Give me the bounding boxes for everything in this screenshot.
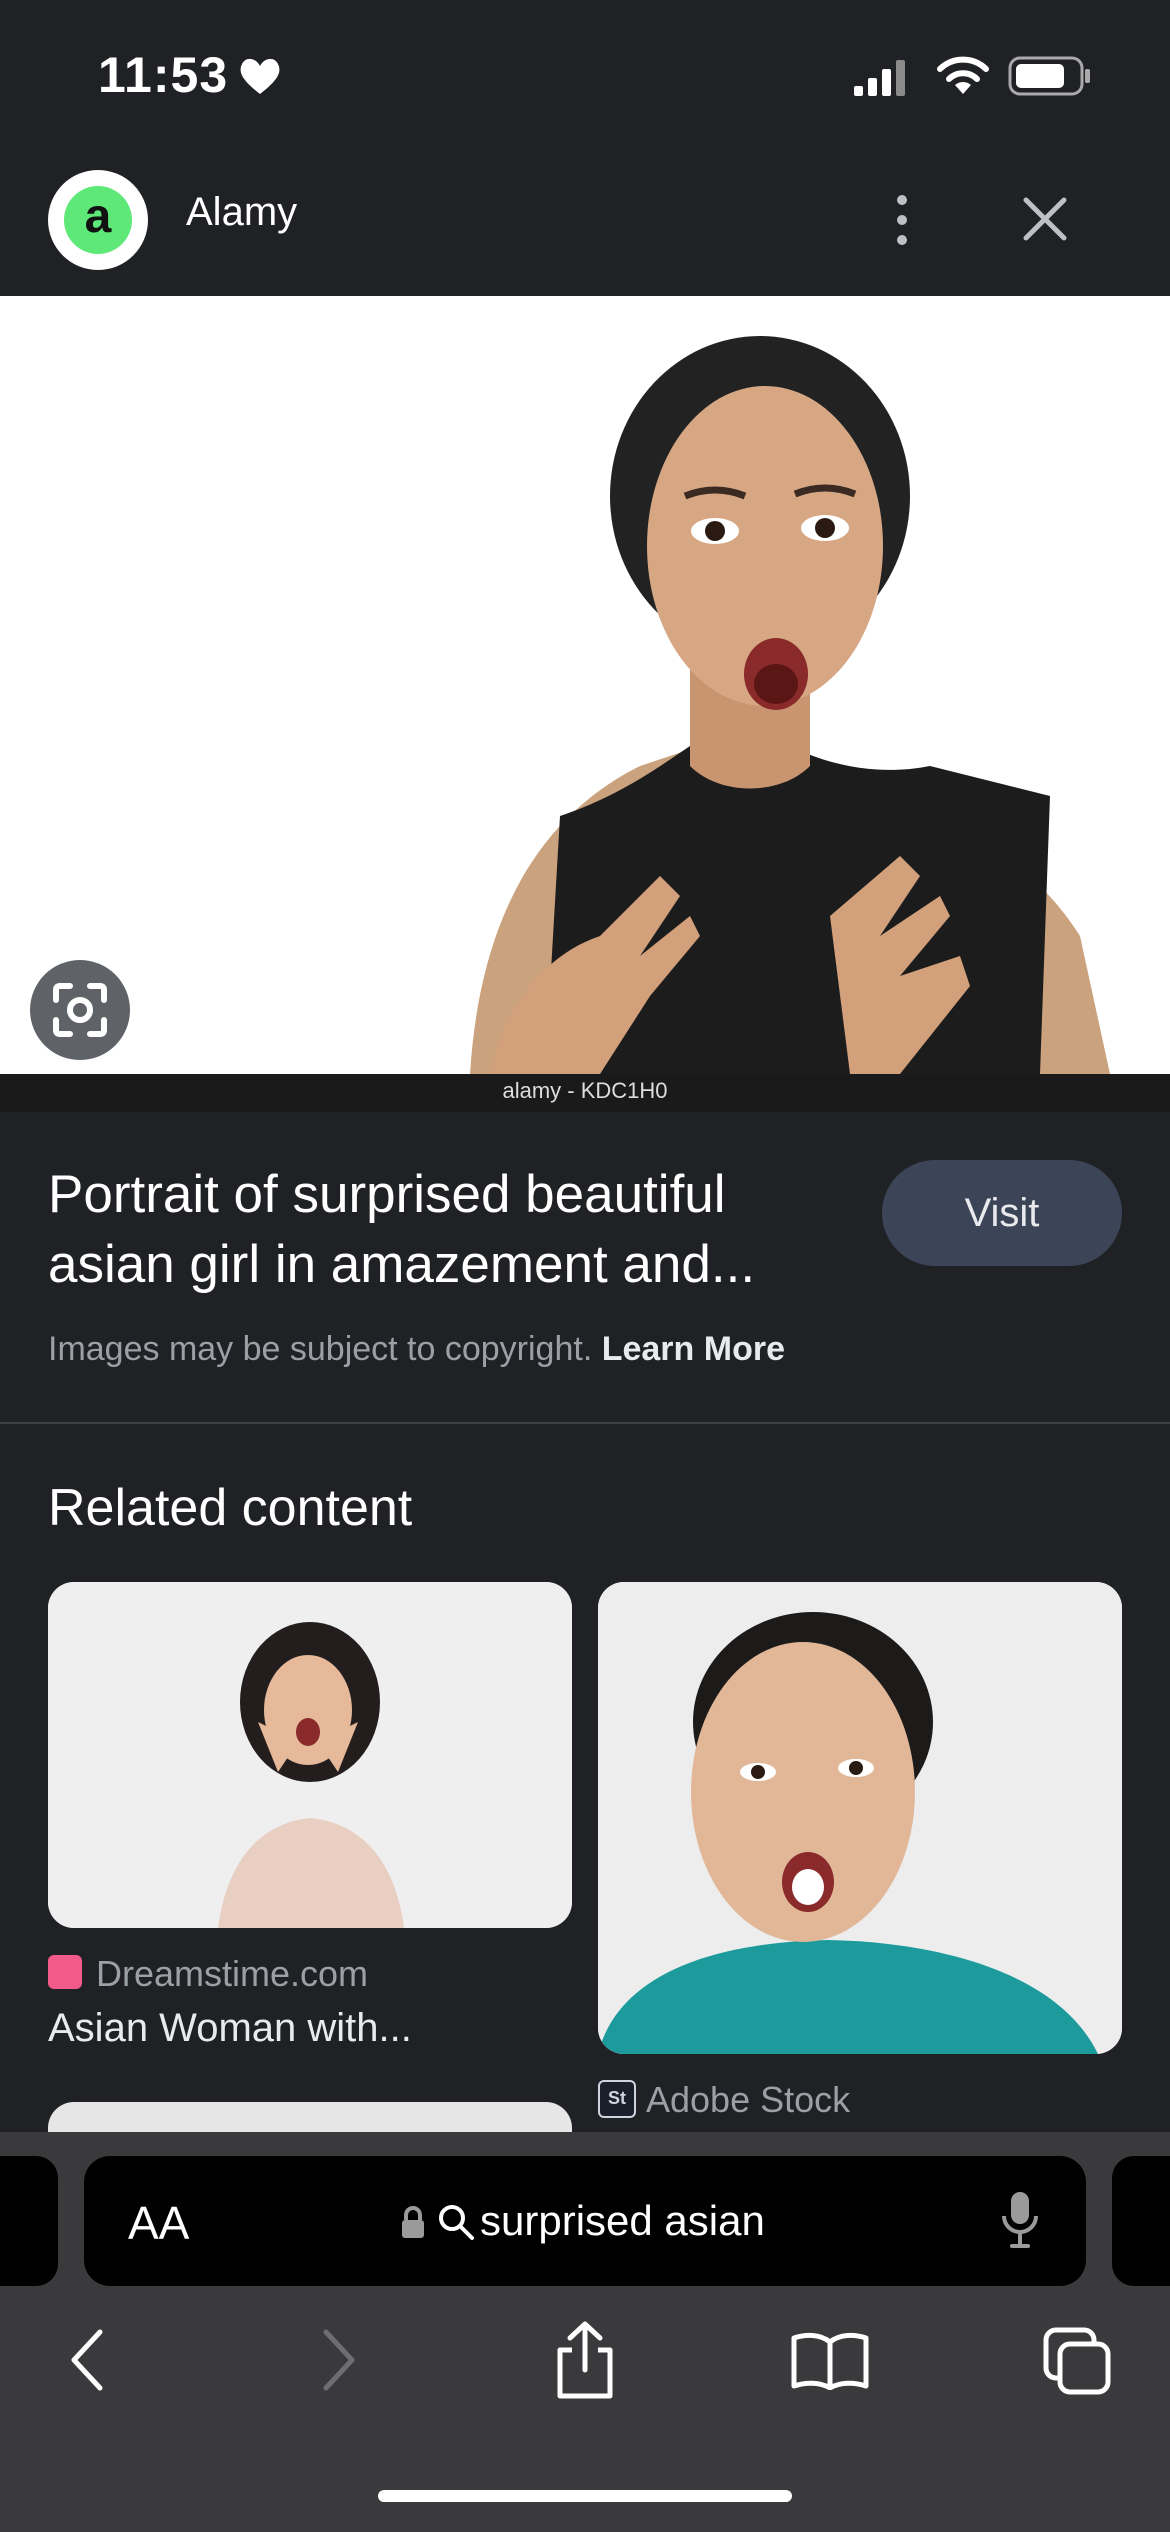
heart-icon bbox=[240, 58, 280, 94]
close-icon[interactable] bbox=[1020, 194, 1070, 244]
copyright-notice: Images may be subject to copyright. Lear… bbox=[48, 1330, 785, 1369]
google-lens-icon bbox=[53, 983, 107, 1037]
related-item-source-2: Adobe Stock bbox=[646, 2079, 851, 2120]
copyright-text: Images may be subject to copyright. bbox=[48, 1330, 593, 1368]
address-text[interactable]: surprised asian bbox=[480, 2197, 765, 2245]
surprised-woman-thumbnail-1 bbox=[48, 1582, 572, 1928]
visit-button[interactable]: Visit bbox=[882, 1160, 1122, 1266]
bookmarks-icon[interactable] bbox=[790, 2330, 870, 2390]
signal-icon bbox=[854, 60, 905, 96]
previous-tab-peek[interactable] bbox=[0, 2156, 58, 2286]
related-content-heading: Related content bbox=[48, 1479, 413, 1537]
related-item-image-1[interactable] bbox=[48, 1582, 572, 1928]
site-logo-letter: a bbox=[64, 186, 132, 254]
more-vert-icon[interactable] bbox=[880, 192, 924, 248]
back-icon[interactable] bbox=[68, 2328, 108, 2392]
search-icon bbox=[439, 2205, 474, 2240]
result-title[interactable]: Portrait of surprised beautiful asian gi… bbox=[48, 1160, 848, 1300]
forward-icon[interactable] bbox=[318, 2328, 358, 2392]
result-header bbox=[0, 150, 1170, 296]
related-item-image-2[interactable] bbox=[598, 1582, 1122, 2054]
surprised-woman-photo bbox=[0, 296, 1170, 1074]
lock-icon bbox=[402, 2206, 424, 2238]
related-item-title-1[interactable]: Asian Woman with... bbox=[48, 2006, 412, 2051]
result-image[interactable] bbox=[0, 296, 1170, 1074]
next-tab-peek[interactable] bbox=[1112, 2156, 1170, 2286]
surprised-woman-thumbnail-2 bbox=[598, 1582, 1122, 2054]
related-item-source-1: Dreamstime.com bbox=[96, 1953, 369, 1994]
dreamstime-favicon-icon bbox=[48, 1955, 82, 1989]
microphone-icon[interactable] bbox=[1000, 2190, 1040, 2250]
site-name[interactable]: Alamy bbox=[186, 190, 297, 235]
status-time: 11:53 bbox=[98, 47, 229, 103]
section-divider bbox=[0, 1422, 1170, 1424]
text-size-button[interactable]: AA bbox=[128, 2196, 189, 2250]
image-caption: alamy - KDC1H0 bbox=[502, 1078, 668, 1103]
tabs-icon[interactable] bbox=[1042, 2326, 1112, 2396]
home-indicator[interactable] bbox=[378, 2490, 792, 2502]
adobe-stock-favicon-icon: St bbox=[598, 2080, 636, 2118]
wifi-icon bbox=[937, 56, 989, 94]
battery-icon bbox=[1008, 56, 1090, 96]
lens-button[interactable] bbox=[30, 960, 130, 1060]
learn-more-link[interactable]: Learn More bbox=[602, 1330, 785, 1368]
share-icon[interactable] bbox=[550, 2320, 620, 2400]
